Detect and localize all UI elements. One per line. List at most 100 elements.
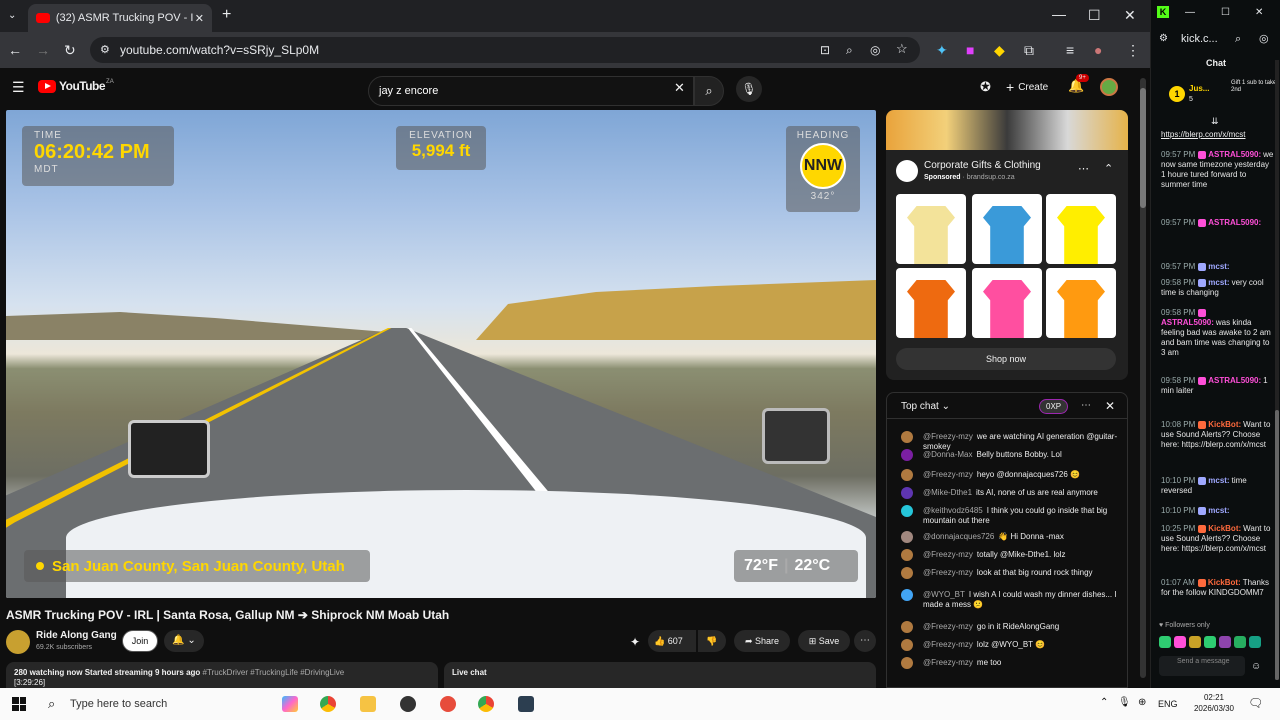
menu-dots-icon[interactable]: ⋮	[1126, 43, 1140, 57]
chat-author[interactable]: @Mike-Dthe1	[923, 488, 972, 497]
chat-avatar[interactable]	[901, 487, 913, 499]
eye-off-icon[interactable]: ◎	[870, 43, 880, 57]
live-chat-replay-box[interactable]: Live chat	[444, 662, 876, 688]
description-box[interactable]: 280 watching now Started streaming 9 hou…	[6, 662, 438, 688]
chat-author[interactable]: @keithvodz6485	[923, 506, 983, 515]
channel-name[interactable]: Ride Along Gang	[36, 630, 117, 641]
tray-mic-icon[interactable]: 🎙	[1118, 697, 1131, 708]
chat-avatar[interactable]	[901, 449, 913, 461]
chat-author[interactable]: @donnajacques726	[923, 532, 994, 541]
start-button[interactable]	[12, 697, 26, 711]
search-input[interactable]: jay z encore	[368, 76, 694, 106]
join-button[interactable]: Join	[122, 630, 158, 652]
kick-chat-message[interactable]: 10:10 PM mcst: time reversed	[1161, 476, 1275, 496]
kick-chat-message[interactable]: 09:58 PM mcst: very cool time is changing	[1161, 278, 1275, 298]
kick-message-author[interactable]: mcst:	[1208, 262, 1229, 271]
subscription-bell-button[interactable]: 🔔 ⌄	[164, 630, 204, 652]
kick-minimize-icon[interactable]: —	[1185, 6, 1195, 20]
channel-avatar[interactable]	[6, 630, 30, 654]
tab-search-icon[interactable]: ⌄	[8, 9, 16, 23]
save-button[interactable]: ⊞ Save	[798, 630, 850, 652]
extensions-puzzle-icon[interactable]: ⧉	[1024, 43, 1034, 57]
tab-close-icon[interactable]: ✕	[195, 12, 204, 25]
product-shirt-2[interactable]	[972, 194, 1042, 264]
chat-author[interactable]: @Freezy-mzy	[923, 658, 973, 667]
kick-chat-message[interactable]: 01:07 AM KickBot: Thanks for the follow KI…	[1161, 578, 1275, 598]
send-message-input[interactable]: Send a message	[1159, 656, 1245, 676]
minimize-icon[interactable]: —	[1052, 7, 1066, 21]
app-icon-5[interactable]	[440, 696, 456, 712]
kick-chat-message[interactable]: 09:58 PMASTRAL5090: was kinda feeling bad…	[1161, 308, 1275, 358]
bookmark-star-icon[interactable]: ☆	[896, 42, 908, 56]
kick-close-icon[interactable]: ✕	[1255, 6, 1263, 20]
emote-bar[interactable]	[1159, 636, 1273, 650]
back-icon[interactable]: ←	[8, 43, 22, 57]
tray-chevron-icon[interactable]: ⌃	[1100, 697, 1108, 708]
file-explorer-icon[interactable]	[360, 696, 376, 712]
kick-site-info-icon[interactable]: ⚙	[1159, 32, 1168, 46]
reading-list-icon[interactable]: ≡	[1066, 43, 1074, 57]
chat-pin-icon[interactable]: ⇊	[1211, 114, 1219, 128]
chat-author[interactable]: @Donna-Max	[923, 450, 972, 459]
kick-chat-message[interactable]: 09:58 PM ASTRAL5090: 1 min laiter	[1161, 376, 1275, 396]
create-button[interactable]: + Create	[1006, 79, 1048, 95]
more-actions-button[interactable]: ⋯	[854, 630, 876, 652]
chat-avatar[interactable]	[901, 531, 913, 543]
chat-avatar[interactable]	[901, 567, 913, 579]
avatar[interactable]	[1100, 78, 1118, 96]
hamburger-menu-icon[interactable]: ☰	[12, 79, 25, 96]
chat-avatar[interactable]	[901, 505, 913, 517]
chat-author[interactable]: @WYO_BT	[923, 590, 965, 599]
shop-now-button[interactable]: Shop now	[896, 348, 1116, 370]
product-shirt-4[interactable]	[896, 268, 966, 338]
kick-chat-message[interactable]: 09:57 PM mcst:	[1161, 262, 1275, 272]
notifications-button[interactable]: 🔔 9+	[1068, 74, 1089, 94]
kick-message-author[interactable]: KickBot:	[1208, 524, 1241, 533]
product-shirt-6[interactable]	[1046, 268, 1116, 338]
kick-maximize-icon[interactable]: ☐	[1221, 6, 1230, 20]
youtube-logo[interactable]: YouTube ZA	[38, 79, 114, 93]
emote-picker-icon[interactable]: ☺	[1251, 660, 1261, 674]
top-chat-dropdown[interactable]: Top chat ⌄	[901, 401, 950, 412]
thanks-icon[interactable]: ✦	[630, 635, 640, 649]
ad-card[interactable]: Corporate Gifts & Clothing Sponsored · b…	[886, 110, 1128, 380]
video-player[interactable]: TIME 06:20:42 PM MDT ELEVATION 5,994 ft …	[6, 110, 876, 598]
kick-message-author[interactable]: mcst:	[1208, 278, 1229, 287]
product-shirt-3[interactable]	[1046, 194, 1116, 264]
cast-icon[interactable]: ✪	[980, 79, 991, 95]
new-tab-icon[interactable]: +	[222, 7, 231, 23]
like-button[interactable]: 👍 607	[648, 630, 696, 652]
dislike-button[interactable]: 👎	[698, 630, 726, 652]
search-button[interactable]: ⌕	[694, 76, 724, 106]
chrome-icon[interactable]	[320, 696, 336, 712]
kick-chat-message[interactable]: 09:57 PM ASTRAL5090:	[1161, 218, 1275, 228]
copilot-icon[interactable]	[282, 696, 298, 712]
kick-message-author[interactable]: KickBot:	[1208, 420, 1241, 429]
kick-message-author[interactable]: ASTRAL5090:	[1208, 376, 1261, 385]
clock[interactable]: 02:21 2026/03/30	[1192, 692, 1236, 714]
chat-avatar[interactable]	[901, 431, 913, 443]
pinned-gift-banner[interactable]: 1 Jus... 5 Gift 1 sub to take 2nd	[1169, 80, 1277, 112]
share-button[interactable]: ➦ Share	[734, 630, 790, 652]
kick-chat-message[interactable]: 10:08 PM KickBot: Want to use Sound Alerts…	[1161, 420, 1275, 450]
chat-avatar[interactable]	[901, 549, 913, 561]
address-bar[interactable]: ⚙ youtube.com/watch?v=sSRjy_SLp0M ⊡ ⌕ ◎ …	[90, 37, 920, 63]
chat-avatar[interactable]	[901, 657, 913, 669]
product-shirt-1[interactable]	[896, 194, 966, 264]
collapse-chevron-icon[interactable]: ⌃	[1104, 162, 1113, 175]
app-icon-7[interactable]	[518, 696, 534, 712]
kick-chat-message[interactable]: 10:25 PM KickBot: Want to use Sound Alerts…	[1161, 524, 1275, 554]
chat-avatar[interactable]	[901, 469, 913, 481]
voice-search-button[interactable]: 🎙	[736, 76, 762, 102]
maximize-icon[interactable]: ☐	[1088, 8, 1101, 22]
site-info-icon[interactable]: ⚙	[100, 43, 110, 57]
clear-search-icon[interactable]: ✕	[674, 80, 685, 96]
chat-author[interactable]: @Freezy-mzy	[923, 550, 973, 559]
scrollbar[interactable]	[1140, 78, 1146, 678]
product-shirt-5[interactable]	[972, 268, 1042, 338]
kick-chat-message[interactable]: 09:57 PM ASTRAL5090: we now same timezone …	[1161, 150, 1275, 190]
ad-more-icon[interactable]: ⋯	[1078, 162, 1089, 175]
chat-author[interactable]: @Freezy-mzy	[923, 470, 973, 479]
extension-2-icon[interactable]: ■	[966, 43, 974, 57]
browser-tab[interactable]: (32) ASMR Trucking POV - I ✕	[28, 4, 212, 32]
